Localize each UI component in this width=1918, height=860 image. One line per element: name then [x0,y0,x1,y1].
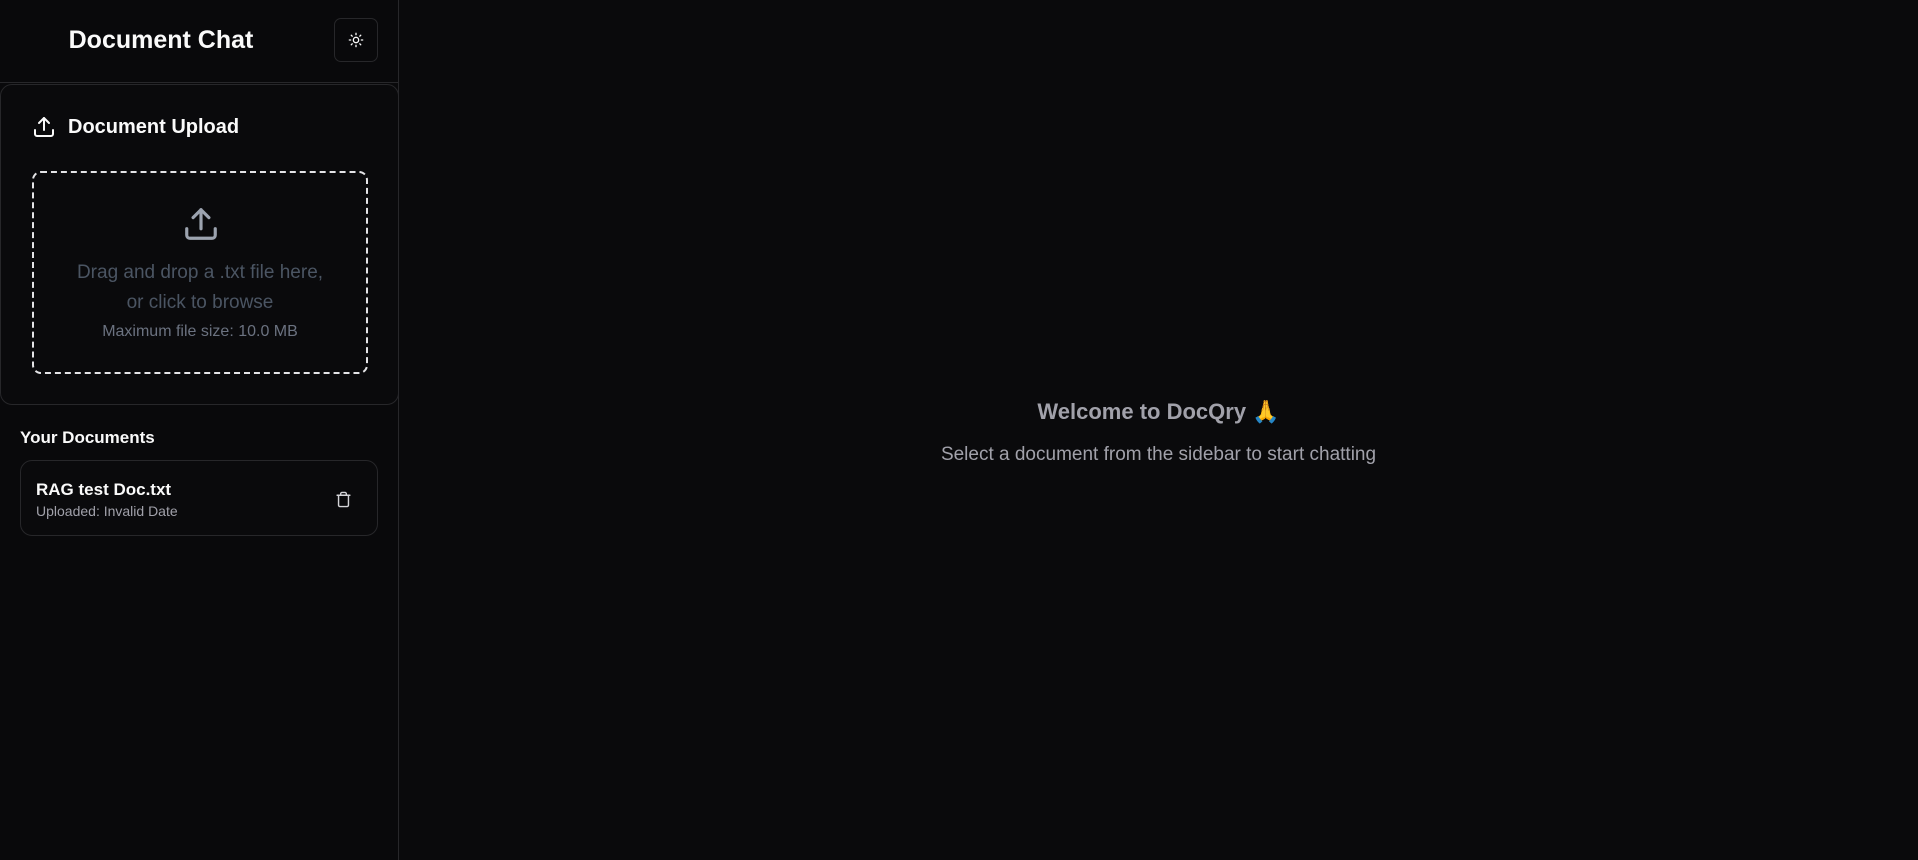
delete-document-button[interactable] [331,487,355,511]
your-documents-heading: Your Documents [20,428,155,447]
upload-icon [185,208,217,240]
document-list-item[interactable]: RAG test Doc.txt Uploaded: Invalid Date [20,460,378,536]
app-title: Document Chat [68,26,254,54]
document-name: RAG test Doc.txt [36,480,172,499]
sidebar: Document Chat Document Upload Drag and d… [0,0,399,860]
max-file-size: Maximum file size: 10.0 MB [102,323,298,340]
document-upload-card: Document Upload Drag and drop a .txt fil… [0,84,399,405]
theme-toggle-button[interactable] [334,18,378,62]
welcome-subtitle: Select a document from the sidebar to st… [940,444,1377,465]
upload-title-row: Document Upload [32,115,239,139]
upload-title: Document Upload [68,115,240,138]
file-dropzone[interactable]: Drag and drop a .txt file here, or click… [32,171,368,374]
app-root: Document Chat Document Upload Drag and d… [0,0,1918,860]
dropzone-instructions: Drag and drop a .txt file here, or click… [34,258,366,318]
document-upload-date: Uploaded: Invalid Date [36,503,178,519]
sidebar-header: Document Chat [0,0,398,83]
main-panel: Welcome to DocQry 🙏 Select a document fr… [399,0,1918,860]
dropzone-line-1: Drag and drop a .txt file here, [76,262,324,283]
welcome-title: Welcome to DocQry 🙏 [1037,399,1280,424]
trash-icon [335,491,351,507]
dropzone-line-2: or click to browse [126,292,274,313]
upload-icon [34,117,54,137]
sun-icon [348,32,364,48]
